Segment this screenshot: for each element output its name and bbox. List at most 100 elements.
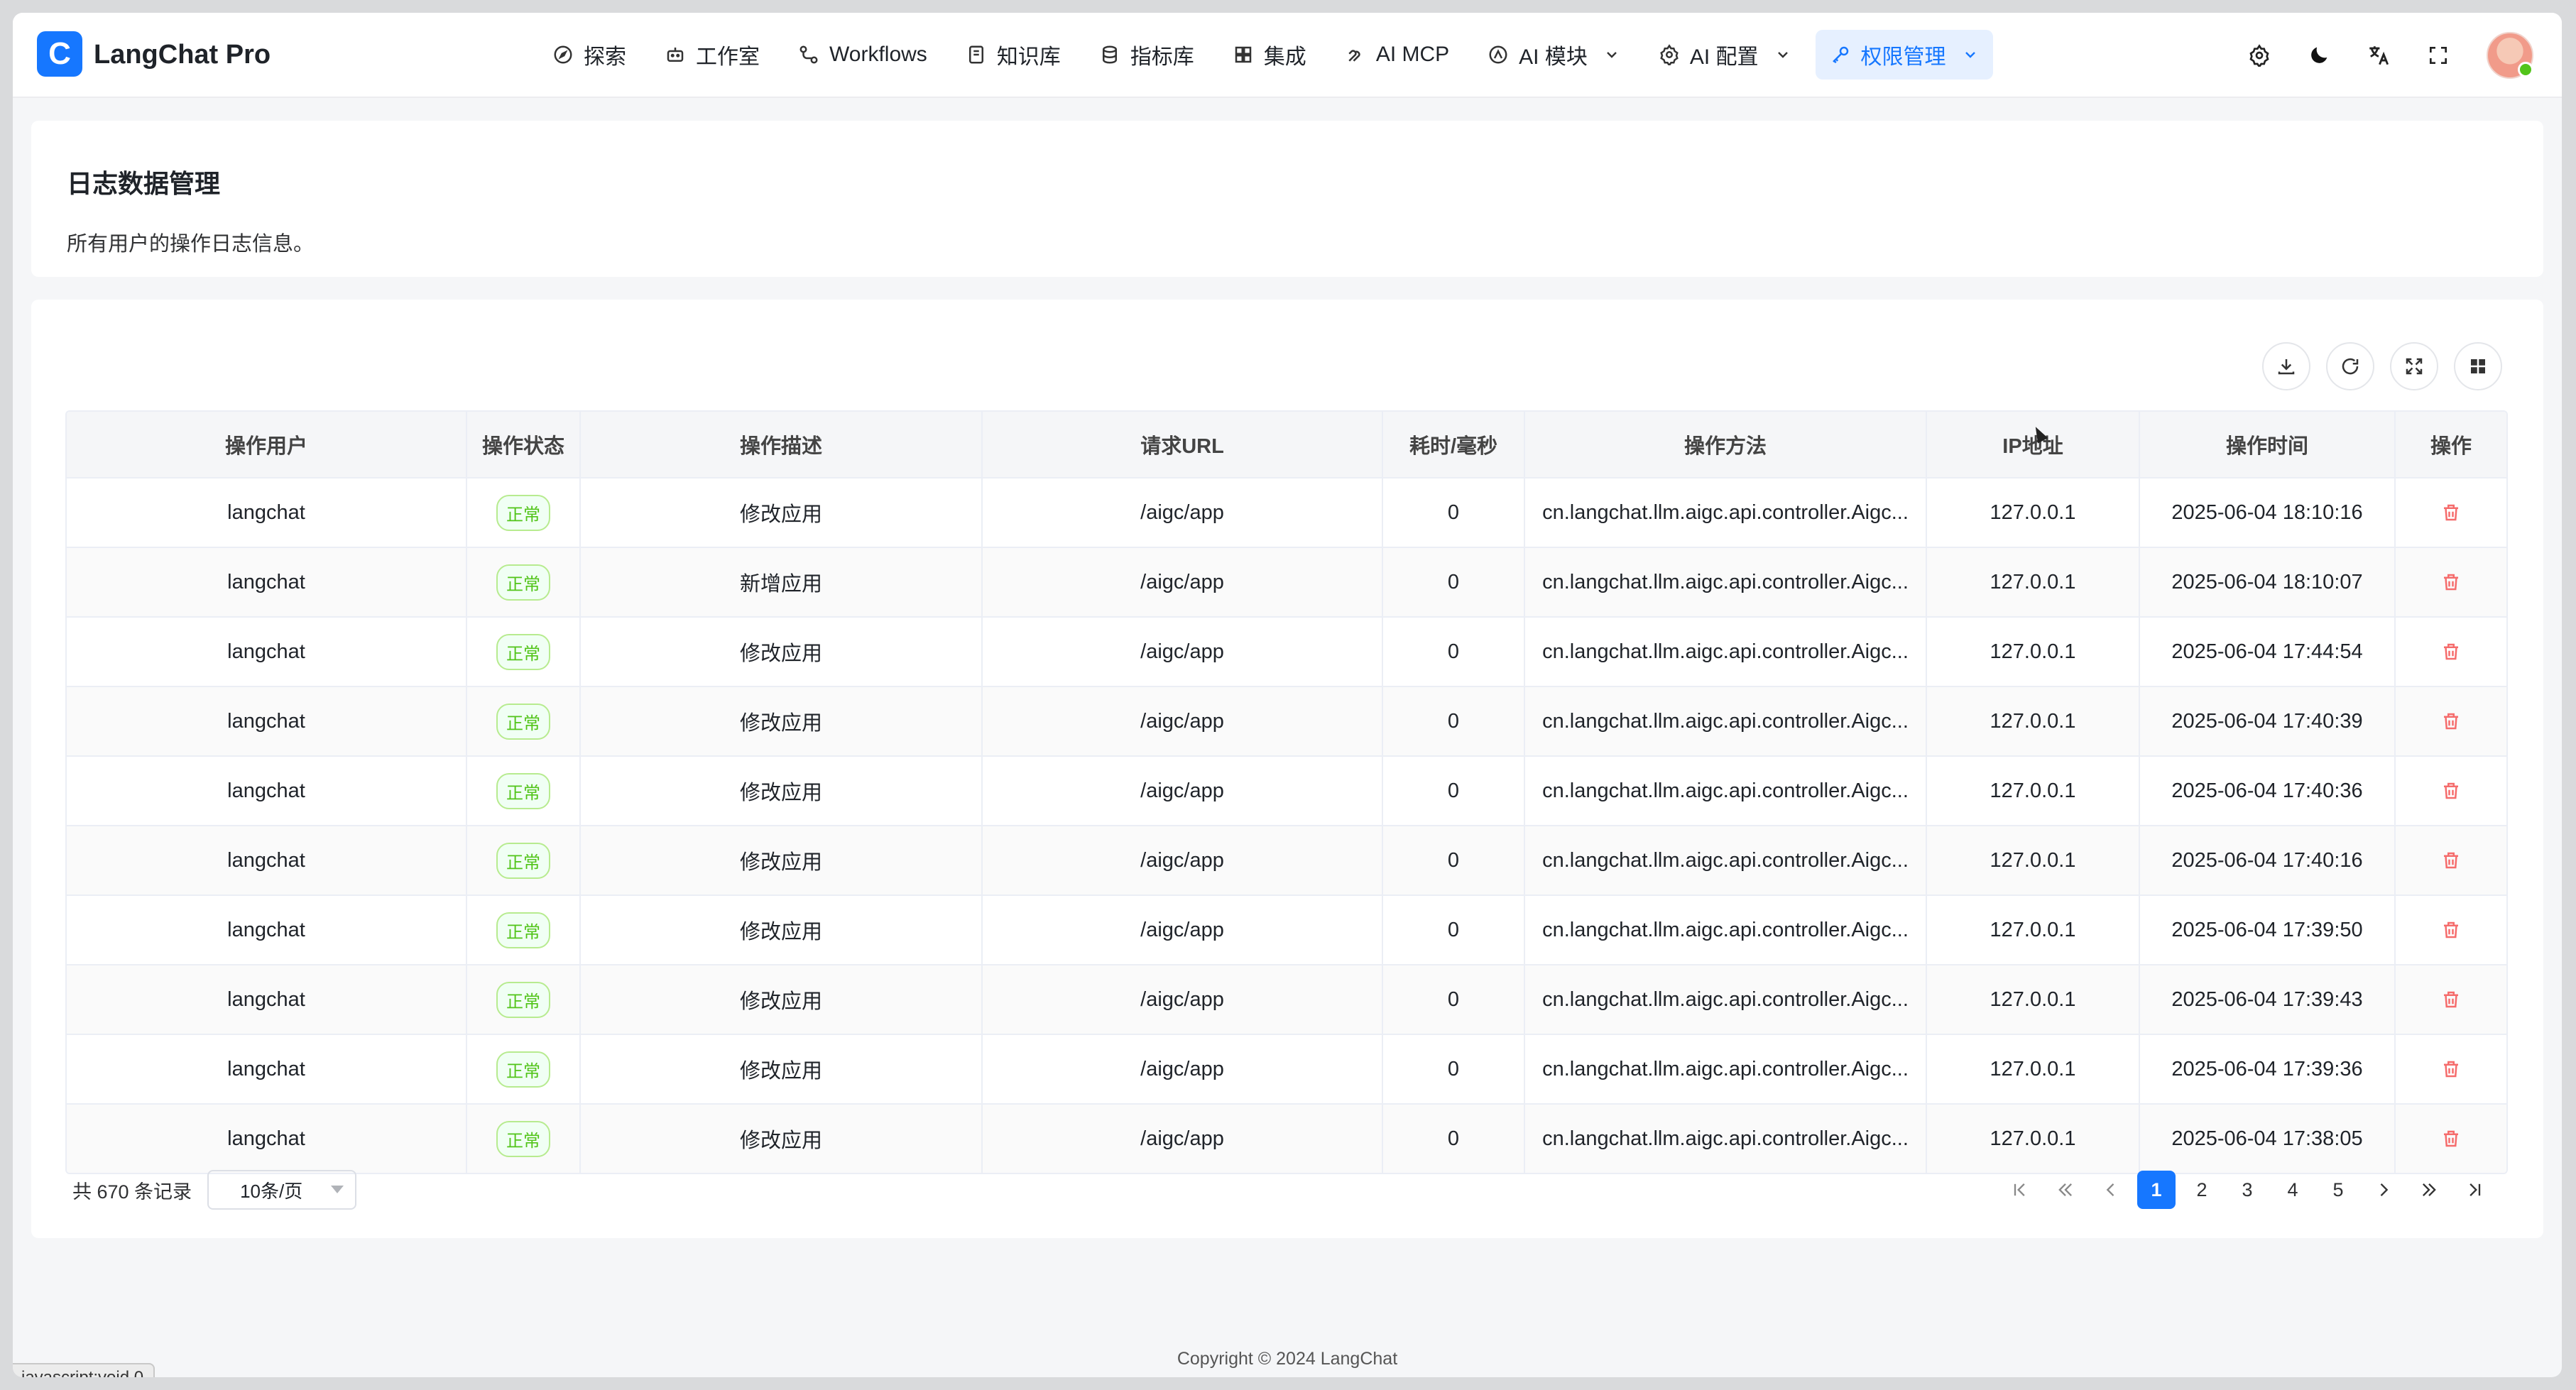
nav-item-permissions[interactable]: 权限管理	[1815, 30, 1993, 80]
page-button-4[interactable]: 4	[2274, 1171, 2312, 1209]
last-page-icon[interactable]	[2455, 1171, 2494, 1209]
column-header: 操作用户	[224, 435, 307, 458]
cell-duration: 0	[1382, 618, 1524, 686]
cell-method: cn.langchat.llm.aigc.api.controller.Aigc…	[1524, 687, 1926, 755]
delete-icon[interactable]	[2440, 918, 2462, 942]
app-name[interactable]: LangChat Pro	[94, 40, 271, 70]
cell-actions	[2394, 757, 2506, 825]
nav-label: 探索	[584, 45, 626, 69]
cell-duration: 0	[1382, 478, 1524, 547]
prev-jump-icon[interactable]	[2046, 1171, 2085, 1209]
logo-icon[interactable]: C	[37, 31, 82, 77]
prev-page-icon[interactable]	[2092, 1171, 2130, 1209]
cell-url: /aigc/app	[981, 478, 1382, 547]
cell-user: langchat	[227, 779, 305, 802]
cell-url: /aigc/app	[981, 965, 1382, 1034]
cell-user: langchat	[227, 500, 305, 524]
avatar[interactable]	[2487, 32, 2533, 79]
delete-icon[interactable]	[2440, 709, 2462, 733]
cell-status: 正常	[466, 757, 579, 825]
cell-duration: 0	[1382, 826, 1524, 894]
cell-description: 修改应用	[579, 1035, 981, 1103]
log-table-card: 操作用户 操作状态 操作描述 请求URL 耗时/毫秒 操作方法 IP地址 操作时…	[31, 300, 2543, 1238]
delete-icon[interactable]	[2440, 987, 2462, 1012]
table-row: langchat 正常 修改应用/aigc/app 0 cn.langchat.llm.…	[67, 477, 2506, 547]
status-badge: 正常	[496, 564, 550, 601]
cell-description: 修改应用	[579, 618, 981, 686]
nav-item-ai-module[interactable]: AI 模块	[1473, 30, 1634, 80]
cell-method: cn.langchat.llm.aigc.api.controller.Aigc…	[1524, 757, 1926, 825]
nav-item-metrics[interactable]: 指标库	[1085, 30, 1208, 80]
column-header: 操作时间	[2139, 412, 2394, 477]
cell-time: 2025-06-04 18:10:07	[2139, 548, 2394, 616]
nav-item-knowledge[interactable]: 知识库	[951, 30, 1075, 80]
fullscreen-icon[interactable]	[2424, 41, 2452, 70]
settings-icon[interactable]	[2245, 41, 2274, 70]
delete-icon[interactable]	[2440, 779, 2462, 803]
translate-icon[interactable]	[2364, 41, 2393, 70]
delete-icon[interactable]	[2440, 848, 2462, 872]
moon-icon[interactable]	[2305, 41, 2333, 70]
cell-time: 2025-06-04 17:39:43	[2139, 965, 2394, 1034]
main-nav: 探索 工作室 Workflows 知识库 指标库 集成 AI MCP AI 模块…	[538, 30, 2003, 80]
download-icon[interactable]	[2262, 342, 2310, 390]
page-button-1[interactable]: 1	[2137, 1171, 2176, 1209]
cell-time: 2025-06-04 18:10:16	[2139, 478, 2394, 547]
gear-icon	[1659, 44, 1680, 65]
delete-icon[interactable]	[2440, 500, 2462, 525]
cell-user: langchat	[227, 1127, 305, 1150]
nav-item-explore[interactable]: 探索	[538, 30, 640, 80]
page-button-3[interactable]: 3	[2228, 1171, 2266, 1209]
log-table: 操作用户 操作状态 操作描述 请求URL 耗时/毫秒 操作方法 IP地址 操作时…	[65, 410, 2508, 1174]
refresh-icon[interactable]	[2326, 342, 2374, 390]
page-button-5[interactable]: 5	[2319, 1171, 2357, 1209]
page-size-value: 10条/页	[240, 1180, 303, 1202]
next-jump-icon[interactable]	[2410, 1171, 2448, 1209]
cell-ip: 127.0.0.1	[1926, 826, 2139, 894]
cell-user: langchat	[227, 709, 305, 733]
page-size-select[interactable]: 10条/页	[207, 1170, 357, 1210]
cell-actions	[2394, 896, 2506, 964]
expand-icon[interactable]	[2390, 342, 2438, 390]
cell-duration: 0	[1382, 687, 1524, 755]
nav-item-studio[interactable]: 工作室	[650, 30, 774, 80]
workflow-icon	[798, 44, 819, 65]
cell-status: 正常	[466, 896, 579, 964]
table-header-row: 操作用户 操作状态 操作描述 请求URL 耗时/毫秒 操作方法 IP地址 操作时…	[67, 412, 2506, 477]
cell-time: 2025-06-04 17:40:16	[2139, 826, 2394, 894]
cell-url: /aigc/app	[981, 757, 1382, 825]
first-page-icon[interactable]	[2001, 1171, 2039, 1209]
cell-actions	[2394, 1105, 2506, 1173]
cell-time: 2025-06-04 17:40:36	[2139, 757, 2394, 825]
nav-item-ai-config[interactable]: AI 配置	[1644, 30, 1806, 80]
table-row: langchat 正常 修改应用/aigc/app 0 cn.langchat.llm.…	[67, 616, 2506, 686]
cell-description: 修改应用	[579, 965, 981, 1034]
delete-icon[interactable]	[2440, 640, 2462, 664]
grid-icon	[1233, 44, 1254, 65]
chevron-down-icon	[1603, 46, 1620, 63]
cell-actions	[2394, 478, 2506, 547]
cell-status: 正常	[466, 618, 579, 686]
nav-item-workflows[interactable]: Workflows	[784, 30, 942, 80]
table-row: langchat 正常 修改应用/aigc/app 0 cn.langchat.llm.…	[67, 894, 2506, 964]
delete-icon[interactable]	[2440, 570, 2462, 594]
nav-item-ai-mcp[interactable]: AI MCP	[1331, 30, 1463, 80]
table-toolbar	[2247, 342, 2502, 390]
column-header: 耗时/毫秒	[1382, 412, 1524, 477]
layout-icon[interactable]	[2454, 342, 2502, 390]
delete-icon[interactable]	[2440, 1127, 2462, 1151]
status-badge: 正常	[496, 633, 550, 670]
cell-user: langchat	[227, 918, 305, 941]
cell-duration: 0	[1382, 965, 1524, 1034]
status-badge: 正常	[496, 1120, 550, 1157]
page-button-2[interactable]: 2	[2183, 1171, 2221, 1209]
next-page-icon[interactable]	[2364, 1171, 2403, 1209]
cell-method: cn.langchat.llm.aigc.api.controller.Aigc…	[1524, 478, 1926, 547]
cell-time: 2025-06-04 17:39:36	[2139, 1035, 2394, 1103]
cell-duration: 0	[1382, 896, 1524, 964]
cell-status: 正常	[466, 548, 579, 616]
status-badge: 正常	[496, 842, 550, 879]
nav-item-integration[interactable]: 集成	[1218, 30, 1321, 80]
cell-status: 正常	[466, 965, 579, 1034]
delete-icon[interactable]	[2440, 1057, 2462, 1081]
